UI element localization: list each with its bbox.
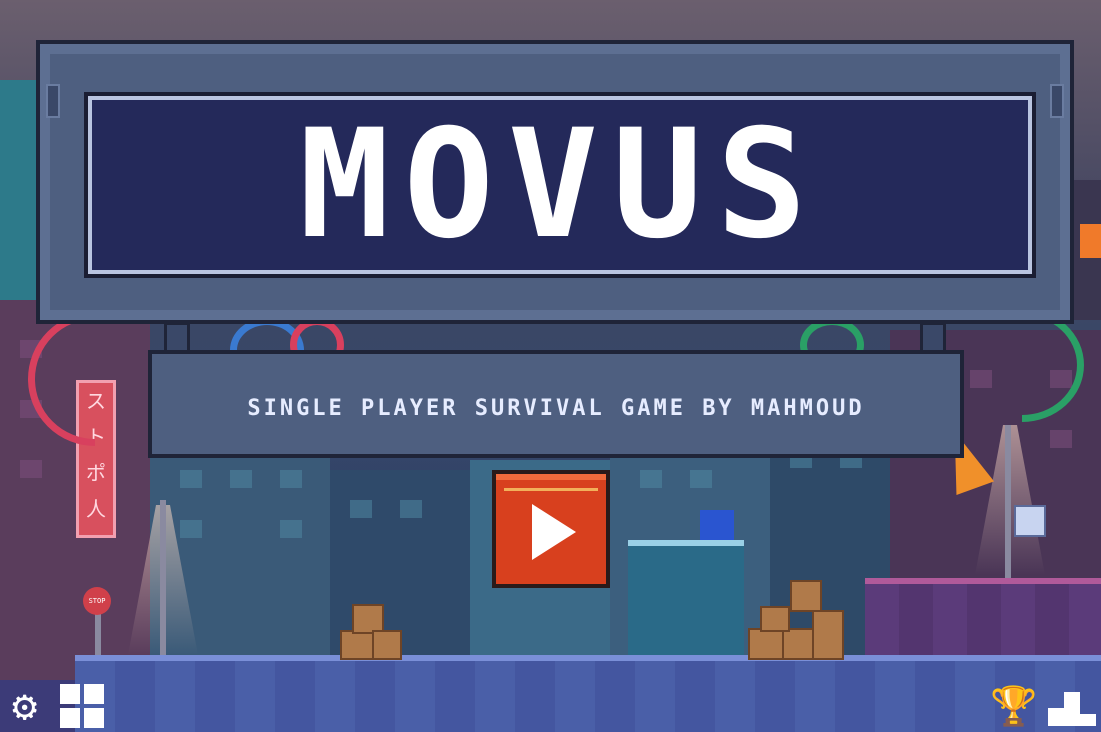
crate [748, 628, 784, 660]
lamp-pole [160, 500, 166, 660]
podium-icon [1048, 708, 1064, 726]
play-icon [532, 504, 576, 560]
play-button-highlight [504, 488, 598, 491]
stop-sign: STOP [83, 587, 111, 615]
crate [372, 630, 402, 660]
subtitle-text: SINGLE PLAYER SURVIVAL GAME BY MAHMOUD [247, 395, 865, 421]
subtitle-panel: SINGLE PLAYER SURVIVAL GAME BY MAHMOUD [148, 350, 964, 458]
trophy-icon: 🏆 [990, 684, 1038, 728]
crate [812, 610, 844, 660]
shop-window [628, 540, 744, 661]
achievements-button[interactable]: 🏆 [990, 684, 1038, 728]
play-button[interactable] [492, 470, 610, 588]
arrow-sign [1014, 505, 1046, 537]
ground-floor [75, 655, 1101, 732]
crate [760, 606, 790, 632]
title-frame: MOVUS [36, 40, 1074, 324]
grid-icon [60, 684, 80, 704]
lamp-pole [1005, 425, 1011, 580]
game-title: MOVUS [299, 98, 821, 272]
title-panel: MOVUS [84, 92, 1036, 278]
crate [782, 628, 816, 660]
rivet [46, 84, 60, 118]
rivet [1050, 84, 1064, 118]
blue-box [700, 510, 734, 540]
neon-panel [1080, 224, 1101, 258]
leaderboard-button[interactable] [1048, 684, 1098, 728]
settings-button[interactable]: ⚙ [12, 684, 56, 728]
crate [340, 630, 374, 660]
gear-icon: ⚙ [12, 681, 38, 730]
levels-button[interactable] [60, 684, 104, 728]
crate [790, 580, 822, 612]
sign-pole [95, 610, 101, 660]
